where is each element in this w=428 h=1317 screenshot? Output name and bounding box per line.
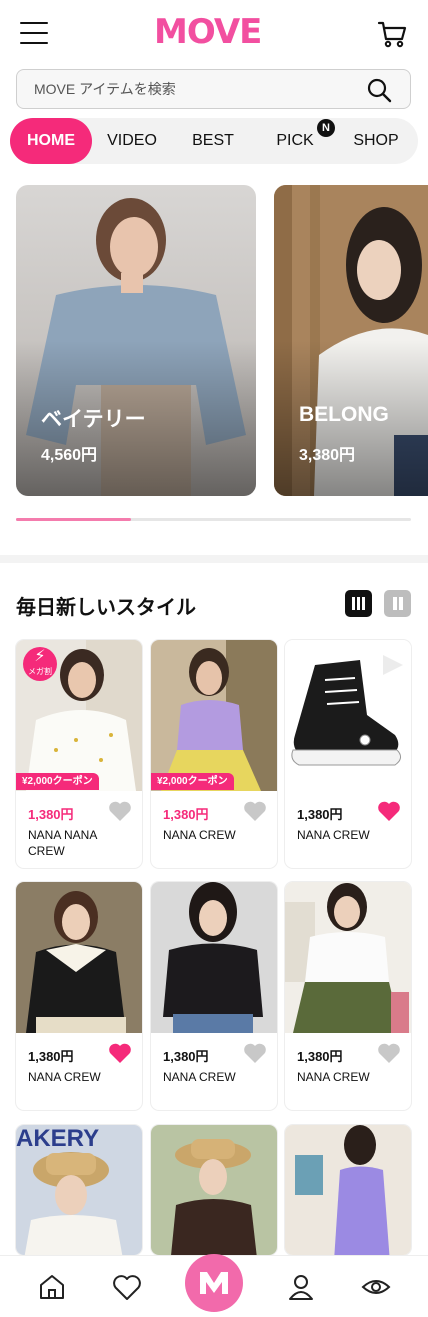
product-price: 1,380円 — [297, 1049, 343, 1064]
product-card[interactable]: 1,380円 NANA CREW — [285, 882, 411, 1110]
tab-home[interactable]: HOME — [10, 118, 92, 164]
product-brand: NANA CREW — [163, 1070, 236, 1084]
banner-title: ベイテリー — [41, 408, 146, 431]
app-logo[interactable]: MOVE — [154, 12, 262, 52]
banner-price: 3,380円 — [299, 447, 356, 464]
grid-two-column-icon[interactable] — [384, 590, 411, 617]
new-badge: N — [317, 119, 335, 137]
section-title: 毎日新しいスタイル — [16, 597, 196, 619]
product-card[interactable]: AKERY — [16, 1125, 142, 1255]
product-card[interactable]: ⚡ メガ割 ¥2,000クーポン 1,380円 NANA NANA CREW — [16, 640, 142, 868]
mega-sale-badge: ⚡ メガ割 — [23, 647, 57, 681]
product-brand: NANA CREW — [297, 828, 370, 842]
grid-three-column-icon[interactable] — [345, 590, 372, 617]
banner-card[interactable]: ベイテリー 4,560円 — [16, 185, 256, 496]
section-divider — [0, 555, 428, 563]
product-card[interactable] — [285, 1125, 411, 1255]
coupon-tag: ¥2,000クーポン — [151, 773, 234, 790]
heart-icon[interactable] — [243, 1042, 267, 1064]
product-card[interactable]: 1,380円 NANA CREW — [151, 882, 277, 1110]
bakery-sign-text: AKERY — [16, 1125, 100, 1152]
banner-progress-fill — [16, 518, 131, 521]
banner-title: BELONG — [299, 403, 389, 426]
product-price: 1,380円 — [163, 1049, 209, 1064]
product-brand: NANA CREW — [297, 1070, 370, 1084]
coupon-tag: ¥2,000クーポン — [16, 773, 99, 790]
product-image — [151, 1125, 277, 1255]
product-card[interactable]: 1,380円 NANA CREW — [285, 640, 411, 868]
tab-shop[interactable]: SHOP — [340, 118, 412, 164]
heart-icon[interactable] — [377, 800, 401, 822]
product-image — [285, 882, 411, 1033]
product-price: 1,380円 — [28, 1049, 74, 1064]
eye-icon[interactable] — [360, 1271, 392, 1303]
move-logo-icon[interactable] — [185, 1254, 243, 1312]
heart-icon[interactable] — [108, 1042, 132, 1064]
tab-video[interactable]: VIDEO — [96, 118, 168, 164]
product-price: 1,380円 — [28, 807, 74, 822]
user-icon[interactable] — [285, 1271, 317, 1303]
heart-icon[interactable] — [377, 1042, 401, 1064]
banner-card[interactable]: BELONG 3,380円 — [274, 185, 428, 496]
search-input[interactable] — [17, 70, 357, 108]
product-card[interactable]: 1,380円 NANA CREW — [16, 882, 142, 1110]
product-card[interactable]: ¥2,000クーポン 1,380円 NANA CREW — [151, 640, 277, 868]
product-card[interactable] — [151, 1125, 277, 1255]
hamburger-menu-icon[interactable] — [20, 22, 48, 46]
product-price: 1,380円 — [163, 807, 209, 822]
product-image — [151, 640, 277, 791]
banner-progress — [16, 518, 411, 521]
heart-icon[interactable] — [111, 1271, 143, 1303]
tab-best[interactable]: BEST — [178, 118, 248, 164]
search-icon[interactable] — [366, 77, 392, 103]
search-bar[interactable] — [16, 69, 411, 109]
product-image — [16, 882, 142, 1033]
product-image — [285, 1125, 411, 1255]
nav-tabs: HOME VIDEO BEST PICK SHOP — [10, 118, 418, 164]
home-icon[interactable] — [36, 1271, 68, 1303]
product-brand: NANA CREW — [163, 828, 236, 842]
product-brand: NANA NANA CREW — [28, 828, 97, 858]
product-image — [285, 640, 411, 791]
product-price: 1,380円 — [297, 807, 343, 822]
banner-price: 4,560円 — [41, 447, 98, 464]
app-header: MOVE — [0, 0, 428, 68]
product-image — [151, 882, 277, 1033]
product-brand: NANA CREW — [28, 1070, 101, 1084]
cart-icon[interactable] — [376, 18, 408, 50]
heart-icon[interactable] — [243, 800, 267, 822]
heart-icon[interactable] — [108, 800, 132, 822]
